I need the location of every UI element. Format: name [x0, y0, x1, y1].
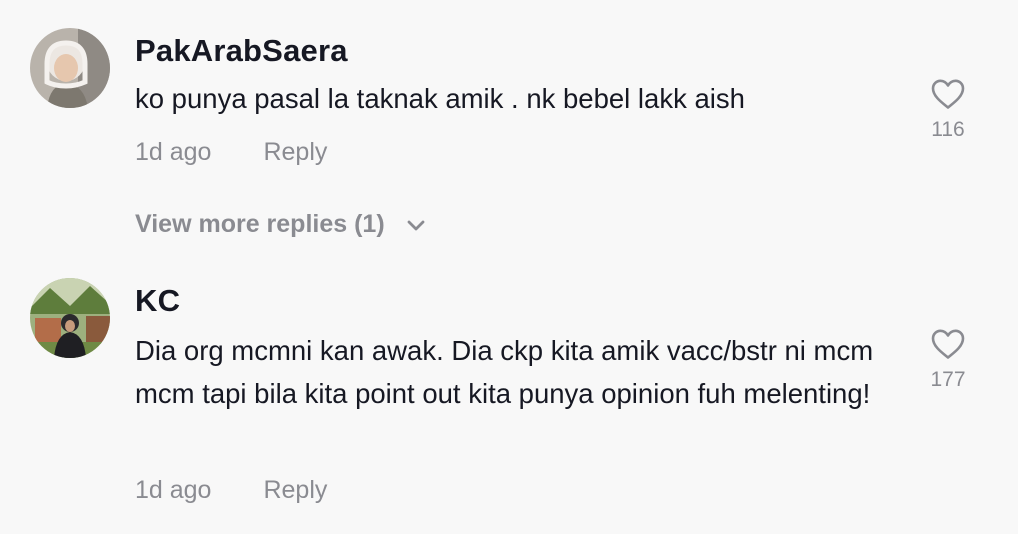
heart-outline-icon[interactable] — [930, 328, 966, 360]
comment-time: 1d ago — [135, 476, 212, 504]
view-more-replies-label: View more replies (1) — [135, 210, 385, 238]
chevron-down-icon — [406, 211, 426, 240]
comment-item: PakArabSaera ko punya pasal la taknak am… — [0, 0, 1018, 534]
reply-button[interactable]: Reply — [263, 138, 327, 167]
comment-text: Dia org mcmni kan awak. Dia ckp kita ami… — [135, 335, 874, 409]
like-count: 116 — [931, 118, 965, 141]
view-more-replies-button[interactable]: View more replies (1) — [135, 210, 426, 240]
reply-button[interactable]: Reply — [263, 476, 327, 505]
like-count: 177 — [930, 368, 966, 391]
comment-time: 1d ago — [135, 138, 212, 166]
username[interactable]: PakArabSaera — [135, 33, 348, 69]
like-button[interactable]: 116 — [918, 78, 978, 142]
avatar[interactable] — [30, 278, 110, 358]
heart-outline-icon[interactable] — [930, 78, 966, 110]
username[interactable]: KC — [135, 283, 180, 319]
comment-meta: 1d ago Reply — [135, 138, 327, 167]
like-button[interactable]: 177 — [918, 328, 978, 392]
avatar[interactable] — [30, 28, 110, 108]
comment-text: ko punya pasal la taknak amik . nk bebel… — [135, 83, 745, 114]
comment-meta: 1d ago Reply — [135, 476, 327, 505]
